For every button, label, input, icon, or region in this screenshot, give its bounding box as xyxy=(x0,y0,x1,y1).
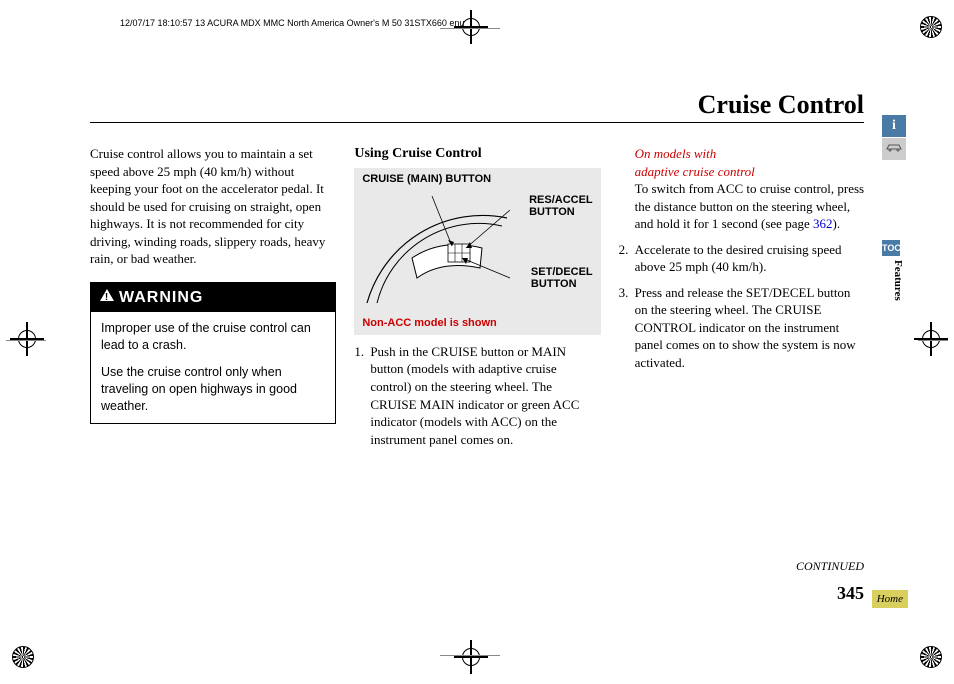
warning-box: ! WARNING Improper use of the cruise con… xyxy=(90,282,336,424)
step-3-num: 3. xyxy=(619,284,635,372)
steering-wheel-illustration xyxy=(362,188,512,306)
step-3-text: Press and release the SET/DECEL button o… xyxy=(635,284,865,372)
step-2-num: 2. xyxy=(619,241,635,276)
label-set-decel: SET/DECELBUTTON xyxy=(531,266,593,290)
tab-info-icon[interactable]: i xyxy=(882,115,906,137)
warning-p1: Improper use of the cruise control can l… xyxy=(101,320,325,354)
column-3: On models with adaptive cruise control T… xyxy=(619,145,865,456)
registration-cross-left xyxy=(18,330,36,348)
tab-car-icon[interactable] xyxy=(882,138,906,160)
warning-label: WARNING xyxy=(119,287,203,309)
label-cruise-main: CRUISE (MAIN) BUTTON xyxy=(362,172,491,187)
step-1-num: 1. xyxy=(354,343,370,448)
registration-cross-top xyxy=(462,18,480,36)
step-1: 1. Push in the CRUISE button or MAIN but… xyxy=(354,343,600,448)
registration-corner-br xyxy=(920,646,942,668)
acc-switch-text-b: ). xyxy=(833,216,841,231)
crop-line xyxy=(918,340,948,341)
registration-cross-right xyxy=(922,330,940,348)
step-2: 2. Accelerate to the desired cruising sp… xyxy=(619,241,865,276)
tab-features[interactable]: Features xyxy=(892,260,904,301)
continued-label: CONTINUED xyxy=(796,559,864,574)
steering-diagram: CRUISE (MAIN) BUTTON RES/ACCELBUTTON SET… xyxy=(354,168,600,335)
print-metadata: 12/07/17 18:10:57 13 ACURA MDX MMC North… xyxy=(120,18,464,28)
acc-note-line1: On models with xyxy=(635,145,865,163)
warning-header: ! WARNING xyxy=(91,283,335,313)
step-3: 3. Press and release the SET/DECEL butto… xyxy=(619,284,865,372)
crop-line xyxy=(6,340,46,341)
column-2: Using Cruise Control CRUISE (MAIN) BUTTO… xyxy=(354,145,600,456)
warning-p2: Use the cruise control only when traveli… xyxy=(101,364,325,415)
using-cruise-heading: Using Cruise Control xyxy=(354,145,600,164)
step-2-text: Accelerate to the desired cruising speed… xyxy=(635,241,865,276)
title-rule xyxy=(90,122,864,123)
page-number: 345 xyxy=(837,583,864,604)
page-link-362[interactable]: 362 xyxy=(813,216,833,231)
crop-line xyxy=(440,655,500,656)
acc-note-line2: adaptive cruise control xyxy=(635,163,865,181)
svg-text:!: ! xyxy=(105,292,109,302)
page-title: Cruise Control xyxy=(698,90,864,120)
tab-home[interactable]: Home xyxy=(872,590,908,608)
intro-text: Cruise control allows you to maintain a … xyxy=(90,145,336,268)
step-1-text: Push in the CRUISE button or MAIN button… xyxy=(370,343,600,448)
registration-cross-bottom xyxy=(462,648,480,666)
registration-corner-tr xyxy=(920,16,942,38)
crop-line xyxy=(440,28,500,29)
warning-icon: ! xyxy=(99,287,115,309)
tab-toc[interactable]: TOC xyxy=(882,240,900,256)
warning-body: Improper use of the cruise control can l… xyxy=(91,312,335,422)
content-columns: Cruise control allows you to maintain a … xyxy=(90,145,865,456)
registration-corner-bl xyxy=(12,646,34,668)
label-res-accel: RES/ACCELBUTTON xyxy=(529,194,593,218)
diagram-note: Non-ACC model is shown xyxy=(362,316,496,331)
column-1: Cruise control allows you to maintain a … xyxy=(90,145,336,456)
